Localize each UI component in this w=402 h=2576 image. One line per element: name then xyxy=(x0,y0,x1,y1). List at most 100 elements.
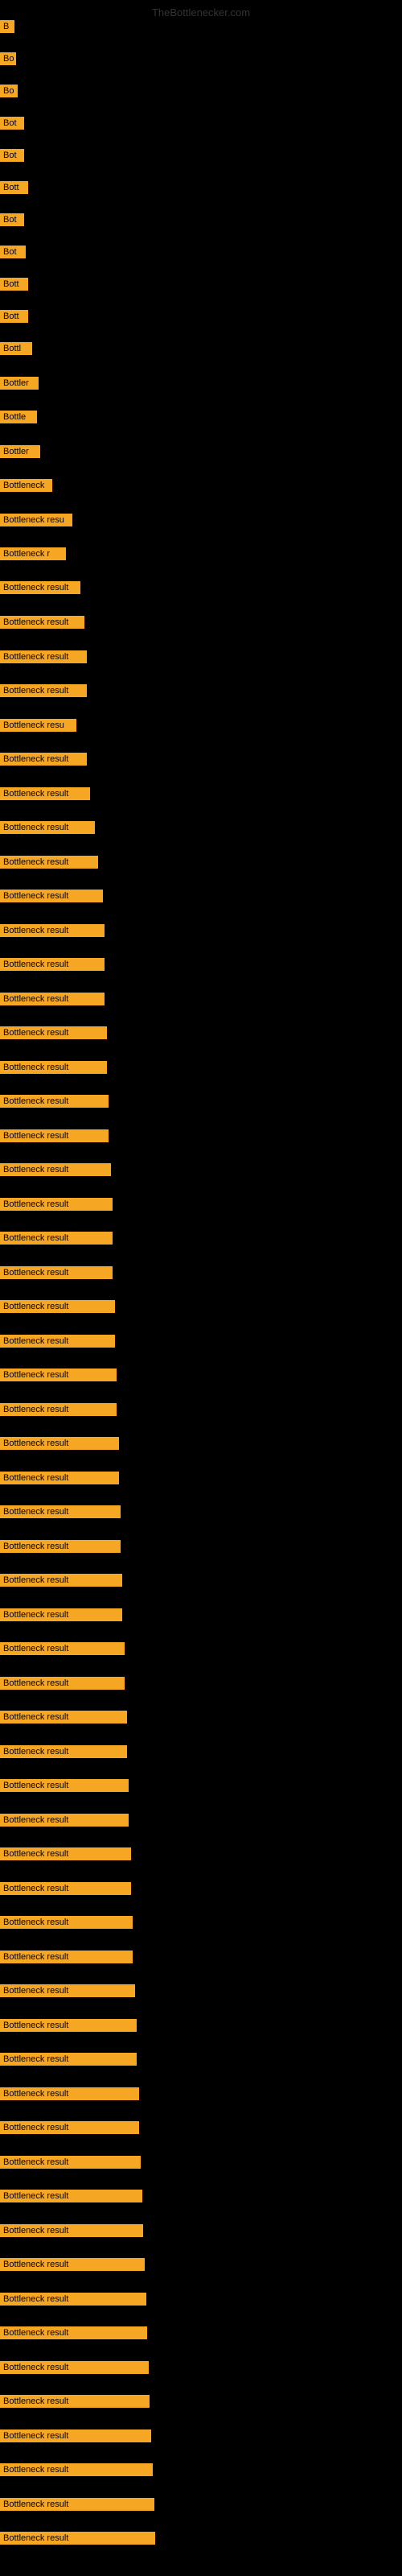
bar-label: Bottleneck result xyxy=(0,1163,111,1176)
bar-label: Bottleneck result xyxy=(0,1403,117,1416)
bar-item: Bottleneck result xyxy=(0,2019,137,2036)
bar-label: Bottle xyxy=(0,411,37,423)
bar-label: Bottleneck result xyxy=(0,2326,147,2339)
bar-item: Bottleneck xyxy=(0,479,52,496)
bar-label: Bottleneck xyxy=(0,479,52,492)
bar-item: Bottleneck result xyxy=(0,2395,150,2412)
bar-label: Bottleneck result xyxy=(0,1882,131,1895)
bar-label: Bottleneck result xyxy=(0,1608,122,1621)
bar-label: Bottleneck result xyxy=(0,1847,131,1860)
bar-label: Bottleneck result xyxy=(0,1677,125,1690)
bar-item: Bottleneck result xyxy=(0,1711,127,1728)
bar-label: Bottleneck result xyxy=(0,1129,109,1142)
bar-item: Bottleneck result xyxy=(0,1163,111,1180)
bar-item: Bottleneck r xyxy=(0,547,66,564)
bar-label: Bot xyxy=(0,213,24,226)
bar-label: Bottleneck result xyxy=(0,1026,107,1039)
bar-item: Bottleneck result xyxy=(0,1574,122,1591)
bar-item: Bott xyxy=(0,278,28,295)
bar-label: Bottleneck result xyxy=(0,2121,139,2134)
bar-label: Bottleneck result xyxy=(0,1711,127,1724)
bar-label: Bottleneck result xyxy=(0,993,105,1005)
bar-item: Bottleneck result xyxy=(0,787,90,804)
bar-label: Bottleneck result xyxy=(0,2361,149,2374)
bar-item: Bottleneck result xyxy=(0,753,87,770)
bar-label: Bottleneck result xyxy=(0,581,80,594)
bar-label: Bo xyxy=(0,52,16,65)
bar-label: Bottler xyxy=(0,445,40,458)
bar-item: Bo xyxy=(0,52,16,69)
bar-label: Bottleneck result xyxy=(0,890,103,902)
bar-label: Bottleneck result xyxy=(0,924,105,937)
bar-item: Bottleneck result xyxy=(0,1984,135,2001)
bar-label: Bottl xyxy=(0,342,32,355)
bar-item: Bottleneck result xyxy=(0,2190,142,2207)
bar-item: Bottleneck result xyxy=(0,1198,113,1215)
bar-label: Bottleneck result xyxy=(0,1574,122,1587)
bar-label: Bottleneck result xyxy=(0,1540,121,1553)
bar-item: Bottleneck result xyxy=(0,2258,145,2275)
bar-label: Bottleneck result xyxy=(0,1984,135,1997)
bar-item: Bot xyxy=(0,149,24,166)
bar-item: B xyxy=(0,20,14,37)
bar-label: Bottleneck result xyxy=(0,821,95,834)
bar-label: Bottleneck result xyxy=(0,1505,121,1518)
bar-label: Bottleneck result xyxy=(0,753,87,766)
bar-item: Bottleneck result xyxy=(0,1608,122,1625)
bar-label: Bottleneck result xyxy=(0,958,105,971)
bar-label: Bottleneck result xyxy=(0,684,87,697)
bar-label: Bottleneck resu xyxy=(0,719,76,732)
bar-item: Bottleneck result xyxy=(0,1095,109,1112)
bar-label: Bottleneck result xyxy=(0,2463,153,2476)
bar-item: Bottleneck result xyxy=(0,1677,125,1694)
bar-item: Bottleneck result xyxy=(0,1847,131,1864)
bar-label: Bottleneck result xyxy=(0,1437,119,1450)
bar-label: Bot xyxy=(0,149,24,162)
bar-item: Bottl xyxy=(0,342,32,359)
bar-item: Bottleneck result xyxy=(0,856,98,873)
bar-item: Bottleneck result xyxy=(0,1882,131,1899)
bar-label: Bottleneck result xyxy=(0,1951,133,1963)
bar-label: Bottleneck result xyxy=(0,1745,127,1758)
bar-item: Bottleneck result xyxy=(0,1129,109,1146)
bar-label: Bottleneck result xyxy=(0,2190,142,2202)
bar-item: Bottleneck resu xyxy=(0,514,72,530)
bar-label: Bottleneck result xyxy=(0,2395,150,2408)
bar-item: Bottleneck result xyxy=(0,1403,117,1420)
bar-label: Bottleneck result xyxy=(0,2053,137,2066)
bar-item: Bottleneck result xyxy=(0,1061,107,1078)
bar-item: Bottleneck result xyxy=(0,1505,121,1522)
bar-item: Bottleneck result xyxy=(0,1472,119,1488)
bar-item: Bottle xyxy=(0,411,37,427)
bar-label: Bottleneck result xyxy=(0,1061,107,1074)
bar-item: Bottleneck result xyxy=(0,2156,141,2173)
bar-label: Bottleneck result xyxy=(0,650,87,663)
bar-item: Bottleneck result xyxy=(0,2053,137,2070)
bar-item: Bottleneck result xyxy=(0,2121,139,2138)
bar-label: B xyxy=(0,20,14,33)
bar-item: Bottleneck result xyxy=(0,616,84,633)
bar-item: Bottleneck resu xyxy=(0,719,76,736)
bar-label: Bottleneck result xyxy=(0,1368,117,1381)
bar-item: Bottleneck result xyxy=(0,1232,113,1249)
bar-label: Bottleneck result xyxy=(0,1266,113,1279)
bar-label: Bottleneck result xyxy=(0,1095,109,1108)
bar-item: Bot xyxy=(0,117,24,134)
bar-item: Bottleneck result xyxy=(0,1951,133,1967)
bar-label: Bottleneck result xyxy=(0,2532,155,2545)
bar-label: Bottleneck result xyxy=(0,1300,115,1313)
bar-label: Bottleneck result xyxy=(0,856,98,869)
bar-item: Bo xyxy=(0,85,18,101)
bar-label: Bottleneck result xyxy=(0,1814,129,1827)
bar-item: Bottleneck result xyxy=(0,1916,133,1933)
bar-label: Bottleneck resu xyxy=(0,514,72,526)
bar-item: Bottler xyxy=(0,445,40,462)
bar-label: Bottleneck result xyxy=(0,787,90,800)
bar-item: Bottleneck result xyxy=(0,1335,115,1352)
bar-item: Bottleneck result xyxy=(0,1779,129,1796)
bar-label: Bottleneck result xyxy=(0,2429,151,2442)
site-title: TheBottlenecker.com xyxy=(152,6,250,19)
bar-label: Bott xyxy=(0,310,28,323)
bar-label: Bottleneck result xyxy=(0,1335,115,1348)
bar-item: Bottleneck result xyxy=(0,2224,143,2241)
